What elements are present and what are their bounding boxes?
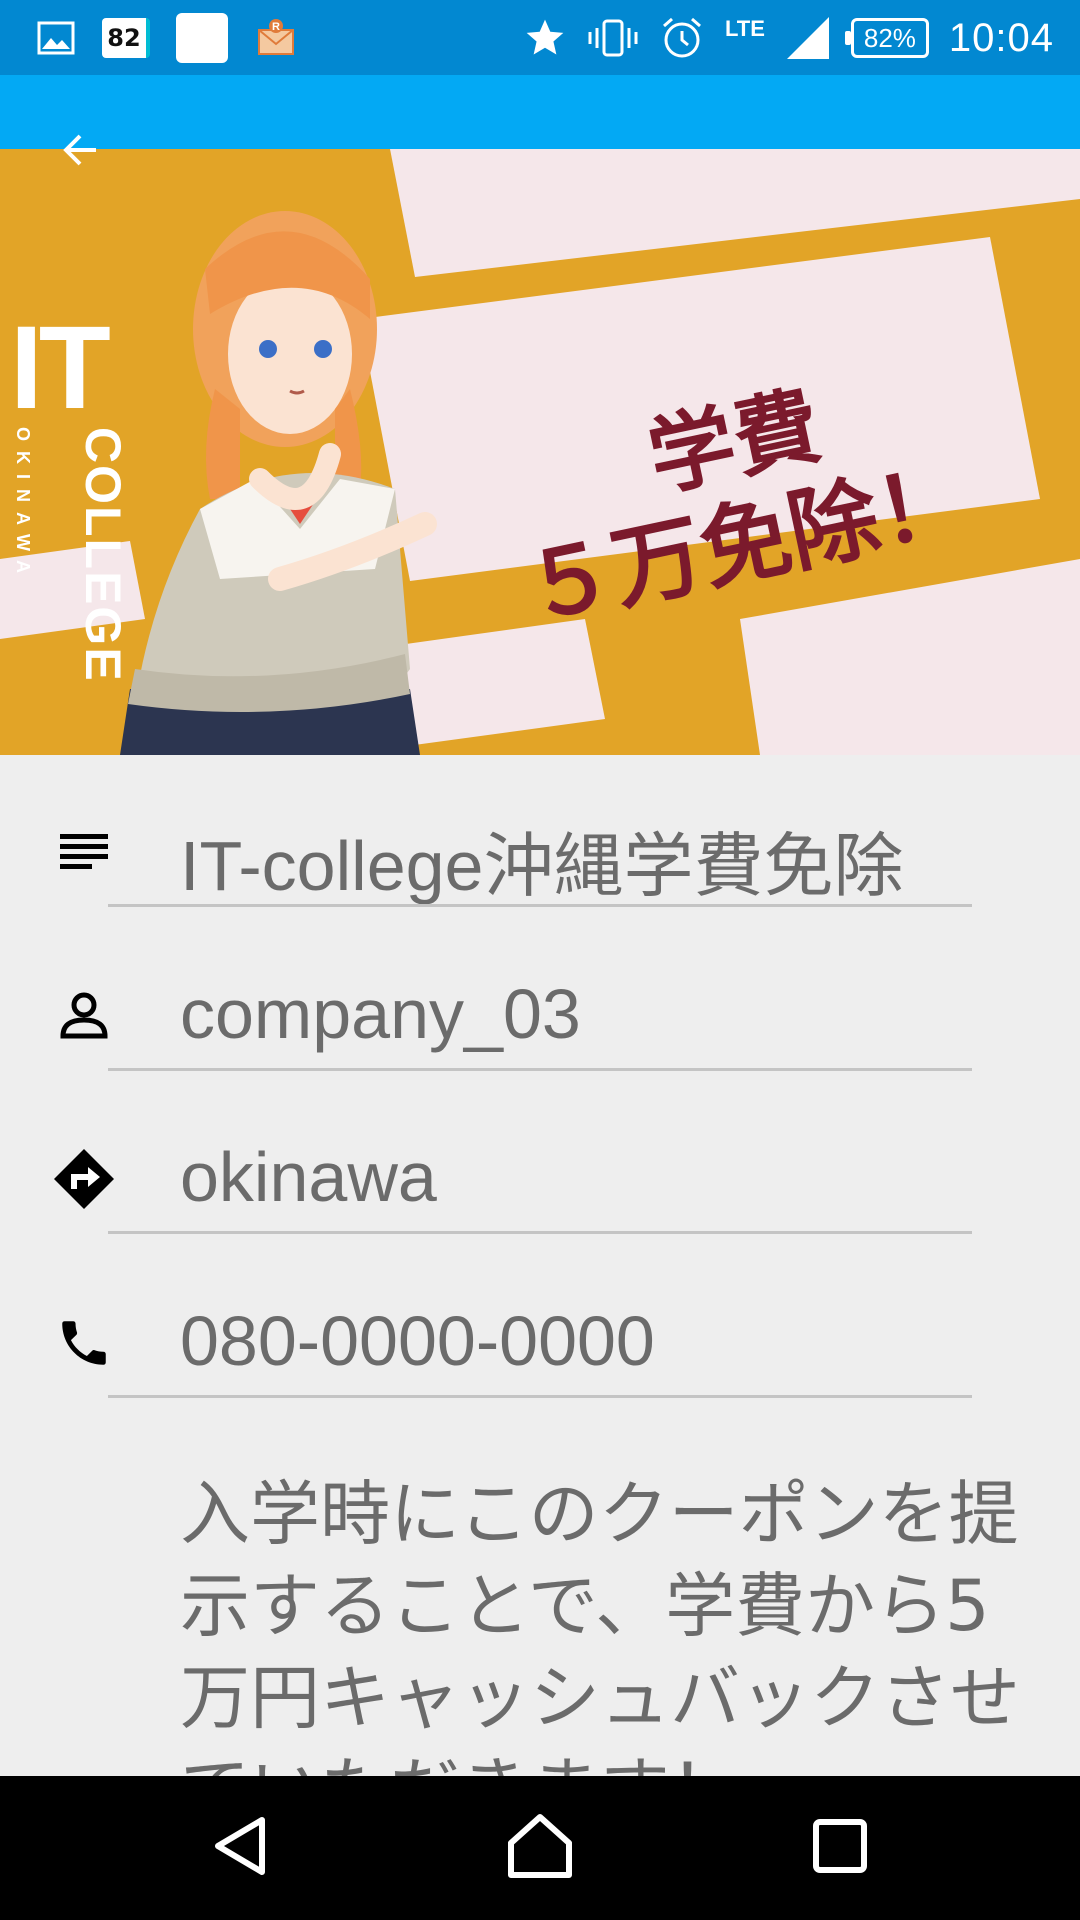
app-bar xyxy=(0,75,1080,149)
subject-icon xyxy=(52,820,116,884)
status-time: 10:04 xyxy=(948,15,1054,60)
star-icon xyxy=(523,16,567,60)
it-college-logo-college: COLLEGE xyxy=(75,427,131,683)
title-field-underline xyxy=(108,904,972,907)
app-icon xyxy=(176,13,228,63)
location-field-underline xyxy=(108,1231,972,1234)
arrow-back-icon xyxy=(58,126,106,178)
nav-back-button[interactable] xyxy=(198,1806,282,1890)
navigation-bar xyxy=(0,1776,1080,1920)
location-field-row: okinawa xyxy=(0,1107,1080,1257)
it-college-logo: IT xyxy=(10,302,111,434)
title-field[interactable]: IT-college沖縄学費免除 xyxy=(180,810,903,911)
vibrate-icon xyxy=(587,16,639,60)
svg-text:R: R xyxy=(272,21,280,33)
it-college-logo-okinawa: OKINAWA xyxy=(13,427,33,584)
battery-notification-icon: 82 xyxy=(102,18,150,58)
location-field[interactable]: okinawa xyxy=(180,1137,437,1217)
phone-field-underline xyxy=(108,1395,972,1398)
nav-back-icon xyxy=(208,1814,272,1882)
nav-home-button[interactable] xyxy=(498,1806,582,1890)
company-field-underline xyxy=(108,1068,972,1071)
nav-home-icon xyxy=(505,1811,575,1885)
company-field[interactable]: company_03 xyxy=(180,974,581,1054)
directions-icon xyxy=(52,1147,116,1211)
title-field-row: IT-college沖縄学費免除 xyxy=(0,780,1080,930)
alarm-icon xyxy=(659,15,705,61)
nav-recents-icon xyxy=(810,1816,870,1880)
image-icon xyxy=(36,18,76,58)
back-button[interactable] xyxy=(52,122,112,182)
mail-icon: R xyxy=(254,16,298,60)
battery-icon: 82% xyxy=(844,18,929,58)
network-type-label: LTE xyxy=(724,16,765,41)
signal-icon xyxy=(785,15,831,61)
phone-field-row: 080-0000-0000 xyxy=(0,1271,1080,1421)
phone-icon xyxy=(52,1311,116,1375)
person-icon xyxy=(52,984,116,1048)
nav-recents-button[interactable] xyxy=(798,1806,882,1890)
phone-field[interactable]: 080-0000-0000 xyxy=(180,1301,655,1381)
coupon-banner-image: IT COLLEGE OKINAWA 学費 ５万免除！ xyxy=(0,149,1080,755)
status-bar: 82 R LTE 82% 10:04 xyxy=(0,0,1080,75)
company-field-row: company_03 xyxy=(0,944,1080,1094)
